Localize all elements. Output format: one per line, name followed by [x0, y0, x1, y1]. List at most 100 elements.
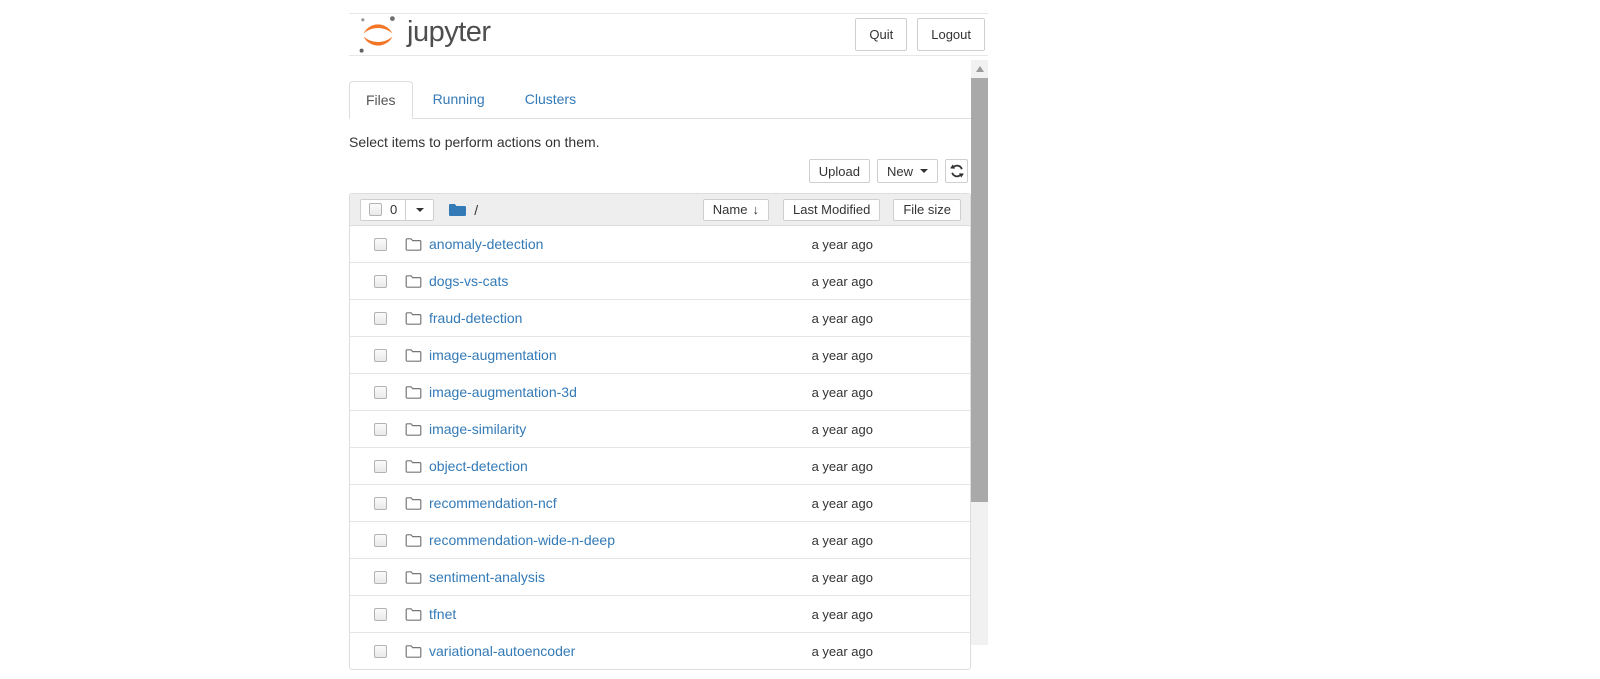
tab-bar: Files Running Clusters — [349, 81, 971, 119]
selected-count: 0 — [390, 202, 397, 217]
new-button-label: New — [887, 164, 913, 179]
row-modified: a year ago — [753, 311, 873, 326]
list-header: 0 / Name ↓ Last Modifie — [350, 194, 970, 226]
select-all-button[interactable]: 0 — [360, 199, 406, 221]
sort-arrow-down-icon: ↓ — [752, 202, 759, 217]
file-link[interactable]: anomaly-detection — [429, 236, 543, 252]
row-checkbox[interactable] — [374, 571, 387, 584]
folder-outline-icon — [405, 348, 422, 363]
row-checkbox[interactable] — [374, 238, 387, 251]
file-row: recommendation-wide-n-deep a year ago — [350, 521, 970, 558]
row-modified: a year ago — [753, 570, 873, 585]
file-row: anomaly-detection a year ago — [350, 226, 970, 262]
tab-running[interactable]: Running — [413, 81, 505, 119]
logout-button[interactable]: Logout — [917, 18, 985, 51]
toolbar: Upload New — [349, 159, 971, 183]
folder-outline-icon — [405, 570, 422, 585]
row-modified: a year ago — [753, 348, 873, 363]
tab-clusters[interactable]: Clusters — [505, 81, 596, 119]
folder-outline-icon — [405, 459, 422, 474]
file-row: image-augmentation a year ago — [350, 336, 970, 373]
row-modified: a year ago — [753, 607, 873, 622]
breadcrumb: / — [448, 202, 703, 218]
select-items-hint: Select items to perform actions on them. — [349, 134, 971, 150]
refresh-button[interactable] — [945, 159, 968, 183]
file-link[interactable]: image-augmentation-3d — [429, 384, 577, 400]
row-checkbox[interactable] — [374, 608, 387, 621]
file-list: anomaly-detection a year ago dogs-vs-cat… — [350, 226, 970, 669]
sort-modified-button[interactable]: Last Modified — [783, 199, 880, 221]
row-checkbox[interactable] — [374, 645, 387, 658]
folder-outline-icon — [405, 607, 422, 622]
file-row: fraud-detection a year ago — [350, 299, 970, 336]
breadcrumb-path[interactable]: / — [474, 202, 478, 218]
caret-down-icon — [416, 208, 424, 212]
upload-button[interactable]: Upload — [809, 159, 870, 183]
new-dropdown-button[interactable]: New — [877, 159, 938, 183]
file-link[interactable]: object-detection — [429, 458, 528, 474]
row-modified: a year ago — [753, 274, 873, 289]
file-link[interactable]: sentiment-analysis — [429, 569, 545, 585]
row-modified: a year ago — [753, 496, 873, 511]
file-row: variational-autoencoder a year ago — [350, 632, 970, 669]
folder-outline-icon — [405, 311, 422, 326]
row-checkbox[interactable] — [374, 312, 387, 325]
jupyter-logo-icon — [358, 15, 398, 55]
sort-name-label: Name — [713, 202, 748, 217]
tab-files[interactable]: Files — [349, 81, 413, 119]
row-modified: a year ago — [753, 644, 873, 659]
row-checkbox[interactable] — [374, 497, 387, 510]
file-link[interactable]: variational-autoencoder — [429, 643, 575, 659]
file-row: image-augmentation-3d a year ago — [350, 373, 970, 410]
jupyter-file-browser: jupyter Quit Logout Files Running Cluste… — [0, 0, 1600, 679]
select-all-checkbox[interactable] — [369, 203, 382, 216]
file-row: dogs-vs-cats a year ago — [350, 262, 970, 299]
file-link[interactable]: image-augmentation — [429, 347, 557, 363]
folder-outline-icon — [405, 385, 422, 400]
folder-outline-icon — [405, 422, 422, 437]
file-row: image-similarity a year ago — [350, 410, 970, 447]
refresh-icon — [950, 164, 964, 178]
file-link[interactable]: tfnet — [429, 606, 456, 622]
file-link[interactable]: fraud-detection — [429, 310, 522, 326]
folder-icon — [448, 202, 467, 218]
row-modified: a year ago — [753, 385, 873, 400]
row-modified: a year ago — [753, 533, 873, 548]
select-dropdown-button[interactable] — [406, 199, 434, 221]
logo-text: jupyter — [407, 18, 491, 51]
row-checkbox[interactable] — [374, 460, 387, 473]
file-row: sentiment-analysis a year ago — [350, 558, 970, 595]
scrollbar-thumb[interactable] — [971, 78, 988, 502]
header-actions: Quit Logout — [855, 18, 985, 51]
folder-outline-icon — [405, 237, 422, 252]
file-row: tfnet a year ago — [350, 595, 970, 632]
row-checkbox[interactable] — [374, 534, 387, 547]
row-modified: a year ago — [753, 422, 873, 437]
sort-size-button[interactable]: File size — [893, 199, 961, 221]
file-link[interactable]: recommendation-wide-n-deep — [429, 532, 615, 548]
caret-down-icon — [920, 169, 928, 173]
file-link[interactable]: image-similarity — [429, 421, 526, 437]
scrollbar-up-button[interactable] — [971, 60, 988, 77]
row-checkbox[interactable] — [374, 349, 387, 362]
site-header: jupyter Quit Logout — [349, 13, 988, 56]
jupyter-logo[interactable]: jupyter — [358, 15, 491, 55]
file-link[interactable]: dogs-vs-cats — [429, 273, 508, 289]
file-row: object-detection a year ago — [350, 447, 970, 484]
row-checkbox[interactable] — [374, 275, 387, 288]
file-link[interactable]: recommendation-ncf — [429, 495, 557, 511]
file-row: recommendation-ncf a year ago — [350, 484, 970, 521]
vertical-scrollbar[interactable] — [971, 60, 988, 645]
file-list-panel: 0 / Name ↓ Last Modifie — [349, 193, 971, 670]
folder-outline-icon — [405, 533, 422, 548]
row-modified: a year ago — [753, 459, 873, 474]
row-checkbox[interactable] — [374, 423, 387, 436]
folder-outline-icon — [405, 274, 422, 289]
row-checkbox[interactable] — [374, 386, 387, 399]
sort-name-button[interactable]: Name ↓ — [703, 199, 769, 221]
folder-outline-icon — [405, 644, 422, 659]
folder-outline-icon — [405, 496, 422, 511]
quit-button[interactable]: Quit — [855, 18, 907, 51]
scroll-up-arrow-icon — [976, 66, 984, 72]
row-modified: a year ago — [753, 237, 873, 252]
